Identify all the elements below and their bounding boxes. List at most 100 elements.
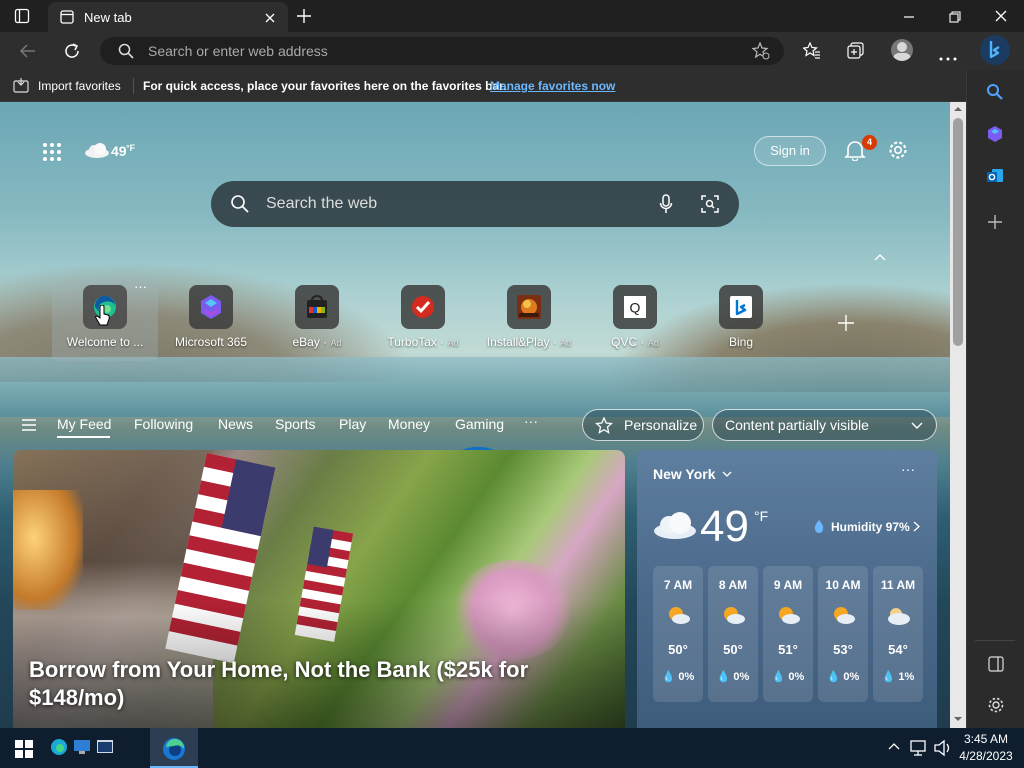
- quick-link-ebay[interactable]: eBay · Ad: [264, 285, 370, 361]
- svg-text:Q: Q: [630, 300, 641, 316]
- app-launcher-icon[interactable]: [42, 142, 62, 167]
- tab-my-feed[interactable]: My Feed: [57, 416, 111, 432]
- weather-mini-unit: °F: [126, 143, 136, 153]
- taskbar-time[interactable]: 3:45 AM: [962, 732, 1010, 746]
- hero-headline[interactable]: Borrow from Your Home, Not the Bank ($25…: [29, 656, 589, 712]
- tab-play[interactable]: Play: [339, 416, 366, 432]
- terminal-quicklaunch-icon[interactable]: [96, 739, 114, 760]
- add-favorite-icon[interactable]: [751, 41, 770, 65]
- bing-chat-icon[interactable]: [980, 35, 1010, 65]
- precip-drop-icon: 💧: [771, 671, 786, 683]
- turbotax-icon: [401, 285, 445, 329]
- chevron-right-icon[interactable]: [913, 521, 920, 532]
- hour-precip: 💧 0%: [763, 670, 813, 683]
- weather-more-icon[interactable]: ···: [901, 461, 915, 477]
- edge-quicklaunch-icon[interactable]: [50, 738, 68, 761]
- divider: [975, 640, 1015, 641]
- hour-precip: 💧 0%: [708, 670, 758, 683]
- microsoft365-icon[interactable]: [986, 125, 1004, 148]
- chevron-down-icon: [911, 422, 923, 429]
- address-bar[interactable]: [100, 37, 784, 65]
- close-window-icon[interactable]: [995, 9, 1007, 27]
- tab-money[interactable]: Money: [388, 416, 430, 432]
- hero-article-card[interactable]: Borrow from Your Home, Not the Bank ($25…: [13, 450, 625, 728]
- divider: [133, 78, 134, 94]
- hour-precip-value: 0%: [843, 671, 860, 683]
- web-search-input[interactable]: [266, 194, 626, 214]
- collapse-chevron-icon[interactable]: [874, 248, 886, 266]
- visual-search-icon[interactable]: [701, 195, 719, 218]
- sign-in-button[interactable]: Sign in: [754, 136, 826, 166]
- hour-precip-value: 0%: [678, 671, 695, 683]
- page-settings-icon[interactable]: [888, 140, 908, 165]
- manage-favorites-link[interactable]: Manage favorites now: [490, 79, 615, 93]
- outlook-icon[interactable]: [986, 167, 1004, 190]
- hourly-forecast-item[interactable]: 9 AM 51° 💧 0%: [763, 566, 813, 702]
- personalize-button[interactable]: Personalize: [582, 409, 704, 441]
- sidebar-search-icon[interactable]: [986, 83, 1004, 106]
- quick-link-more-icon[interactable]: ···: [134, 279, 147, 294]
- add-quick-link-icon[interactable]: [837, 314, 855, 337]
- page-scrollbar[interactable]: [950, 102, 966, 728]
- hour-precip-value: 1%: [898, 671, 915, 683]
- tab-news[interactable]: News: [218, 416, 253, 432]
- volume-icon[interactable]: [933, 739, 953, 757]
- weather-location[interactable]: New York: [653, 466, 716, 482]
- quick-link-microsoft365[interactable]: Microsoft 365: [158, 285, 264, 361]
- network-icon[interactable]: [910, 739, 928, 757]
- scroll-up-icon[interactable]: [954, 106, 962, 112]
- hour-time: 11 AM: [880, 578, 916, 592]
- show-hidden-icons-chevron[interactable]: [888, 742, 900, 750]
- hour-temp: 54°: [888, 642, 908, 657]
- taskbar-date[interactable]: 4/28/2023: [957, 749, 1015, 763]
- hourly-forecast-item[interactable]: 11 AM 54° 💧 1%: [873, 566, 923, 702]
- hour-time: 7 AM: [663, 578, 693, 592]
- chevron-down-icon[interactable]: [722, 471, 732, 478]
- scroll-down-icon[interactable]: [954, 716, 962, 722]
- favorites-icon[interactable]: [802, 41, 821, 65]
- address-input[interactable]: [148, 42, 708, 60]
- content-visibility-dropdown[interactable]: Content partially visible: [712, 409, 937, 441]
- menu-icon[interactable]: [21, 418, 37, 435]
- web-search-box[interactable]: [211, 181, 739, 227]
- windows-start-icon[interactable]: [15, 740, 33, 763]
- quick-link-qvc[interactable]: Q QVC · Ad: [582, 285, 688, 361]
- hour-temp: 50°: [668, 642, 688, 657]
- add-sidebar-app-icon[interactable]: [988, 215, 1002, 234]
- more-tabs-icon[interactable]: ···: [524, 413, 538, 429]
- hourly-forecast-item[interactable]: 7 AM 50° 💧 0%: [653, 566, 703, 702]
- weather-card[interactable]: New York ··· 49 °F Humidity 97% 7 AM 50°…: [637, 450, 937, 728]
- quick-link-bing[interactable]: Bing: [688, 285, 794, 361]
- taskbar-edge-app[interactable]: [150, 728, 198, 768]
- sidebar-settings-icon[interactable]: [987, 696, 1005, 719]
- quick-link-turbotax[interactable]: TurboTax · Ad: [370, 285, 476, 361]
- tab-gaming[interactable]: Gaming: [455, 416, 504, 432]
- refresh-icon[interactable]: [63, 42, 81, 65]
- hourly-forecast-item[interactable]: 10 AM 53° 💧 0%: [818, 566, 868, 702]
- more-options-icon[interactable]: [939, 48, 957, 66]
- tab-new-tab[interactable]: New tab: [48, 2, 288, 32]
- scrollbar-thumb[interactable]: [953, 118, 963, 346]
- collections-icon[interactable]: [847, 42, 865, 65]
- content-visibility-value: Content partially visible: [725, 417, 869, 433]
- quick-link-welcome[interactable]: Welcome to ... ···: [52, 279, 158, 361]
- tab-following[interactable]: Following: [134, 416, 193, 432]
- close-tab-icon[interactable]: [264, 11, 276, 29]
- search-icon: [231, 195, 249, 218]
- restore-icon[interactable]: [949, 10, 961, 28]
- weather-humidity[interactable]: Humidity 97%: [831, 520, 910, 534]
- tab-title: New tab: [84, 10, 132, 25]
- desktop-quicklaunch-icon[interactable]: [73, 739, 91, 760]
- ad-label: Ad: [330, 338, 342, 348]
- hourly-forecast-item[interactable]: 8 AM 50° 💧 0%: [708, 566, 758, 702]
- back-icon[interactable]: [19, 43, 37, 64]
- profile-avatar[interactable]: [891, 39, 913, 61]
- tab-actions-icon[interactable]: [14, 8, 30, 29]
- quick-link-installplay[interactable]: Install&Play · Ad: [476, 285, 582, 361]
- voice-search-icon[interactable]: [659, 194, 673, 219]
- tab-sports[interactable]: Sports: [275, 416, 315, 432]
- hide-sidebar-icon[interactable]: [988, 656, 1004, 677]
- new-tab-icon[interactable]: [296, 8, 312, 29]
- minimize-icon[interactable]: [903, 10, 915, 28]
- import-favorites-label: Import favorites: [38, 79, 121, 93]
